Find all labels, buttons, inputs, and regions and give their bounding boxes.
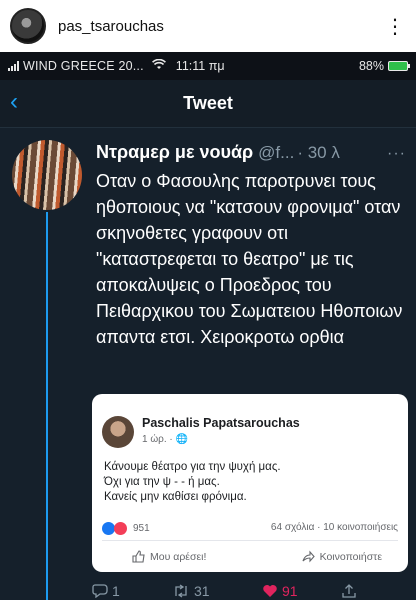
tweet-handle[interactable]: @f...: [258, 143, 294, 163]
reply-button[interactable]: 1: [92, 583, 120, 599]
back-chevron-icon[interactable]: ‹: [10, 90, 18, 114]
signal-icon: [8, 61, 19, 71]
tweet-avatar[interactable]: [12, 140, 82, 210]
heart-icon: [263, 585, 277, 597]
thumbs-up-icon: [132, 550, 145, 563]
instagram-username[interactable]: pas_tsarouchas: [58, 18, 164, 35]
facebook-post-embed[interactable]: Paschalis Papatsarouchas 1 ώρ. · 🌐 Κάνου…: [92, 394, 408, 572]
share-arrow-icon: [302, 550, 315, 563]
facebook-post-meta: 1 ώρ. · 🌐: [142, 434, 188, 445]
tweet-time: · 30 λ: [297, 143, 340, 162]
tweet-more-icon[interactable]: ···: [387, 145, 406, 163]
like-count: 91: [282, 583, 298, 599]
share-button[interactable]: [342, 584, 356, 598]
share-label: Κοινοποιήστε: [319, 550, 382, 563]
retweet-button[interactable]: 31: [172, 583, 210, 599]
tweet-text: Οταν ο Φασουλης παροτρυνει τους ηθοποιου…: [96, 171, 403, 347]
tweet-author-name[interactable]: Ντραμερ με νουάρ: [96, 142, 253, 163]
battery-percent: 88%: [358, 59, 384, 73]
facebook-reactions: 951: [102, 522, 150, 535]
instagram-header: pas_tsarouchas ⋮: [0, 0, 416, 52]
reactions-count: 951: [133, 523, 150, 534]
facebook-line: Κανείς μην καθίσει φρόνιμα.: [104, 491, 247, 503]
retweet-count: 31: [194, 583, 210, 599]
facebook-author: Paschalis Papatsarouchas: [142, 416, 300, 430]
profile-avatar[interactable]: [10, 8, 46, 44]
facebook-line: Κάνουμε θέατρο για την ψυχή μας.: [104, 461, 281, 473]
share-icon: [342, 584, 356, 598]
comments-shares-count: 64 σχόλια · 10 κοινοποιήσεις: [270, 522, 398, 533]
facebook-post-text: Κάνουμε θέατρο για την ψυχή μας. Όχι για…: [104, 460, 398, 505]
tweet-nav-bar: ‹ Tweet: [0, 80, 416, 128]
love-reaction-icon: [114, 522, 127, 535]
more-options-icon[interactable]: ⋮: [385, 14, 406, 39]
retweet-icon: [175, 584, 187, 598]
thread-line: [46, 212, 48, 600]
facebook-line: Όχι για την ψ - - ή μας.: [104, 476, 220, 488]
battery-icon: [388, 61, 410, 71]
carrier-name: WIND GREECE 20...: [23, 59, 144, 73]
like-label: Μου αρέσει!: [150, 550, 207, 563]
wifi-icon: [151, 58, 166, 73]
divider: [102, 540, 398, 541]
clock: 11:11 πμ: [175, 59, 225, 73]
reply-count: 1: [112, 583, 120, 599]
tweet-header: Ντραμερ με νουάρ @f... · 30 λ ···: [96, 142, 406, 163]
reply-icon: [92, 584, 108, 598]
tweet: Ντραμερ με νουάρ @f... · 30 λ ··· Οταν ο…: [0, 128, 416, 600]
phone-status-bar: WIND GREECE 20... 11:11 πμ 88%: [0, 52, 416, 80]
like-button[interactable]: 91: [262, 583, 298, 599]
facebook-like-button: Μου αρέσει!: [132, 550, 206, 563]
nav-title: Tweet: [183, 93, 233, 113]
facebook-avatar: [102, 416, 134, 448]
tweet-actions: 1 31 91: [92, 582, 408, 600]
facebook-share-button: Κοινοποιήστε: [302, 550, 382, 563]
